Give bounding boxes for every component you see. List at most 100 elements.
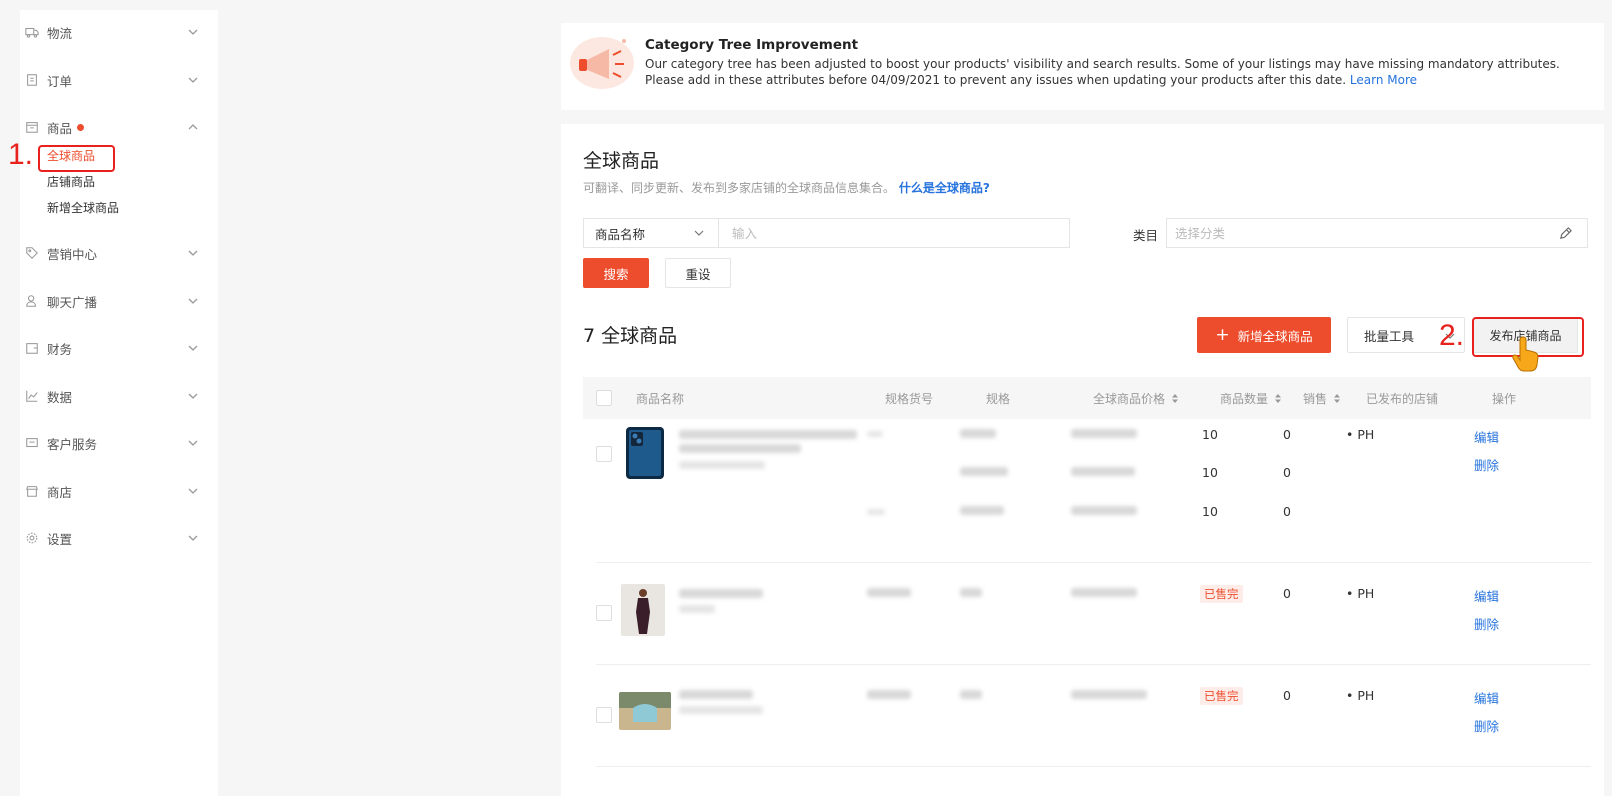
- sales-value: 0: [1283, 427, 1291, 442]
- sidebar-item-orders[interactable]: 订单: [20, 68, 218, 92]
- sidebar-item-products[interactable]: 商品: [20, 115, 218, 139]
- sidebar-subitem-shop-products[interactable]: 店铺商品: [47, 173, 95, 190]
- chevron-up-icon: [186, 120, 200, 134]
- pencil-icon[interactable]: [1558, 226, 1573, 241]
- sidebar-item-label: 聊天广播: [47, 294, 98, 310]
- annotation-step-1: 1.: [8, 138, 34, 171]
- variation-blurred: [960, 506, 1004, 515]
- sku-blurred: [867, 588, 911, 597]
- price-blurred: [1071, 588, 1137, 597]
- sidebar-item-label: 商品: [47, 120, 73, 136]
- column-header-actions: 操作: [1492, 392, 1517, 406]
- reset-button[interactable]: 重设: [665, 258, 731, 288]
- wallet-icon: [25, 341, 39, 355]
- chevron-down-icon: [186, 25, 200, 39]
- variation-blurred: [960, 588, 982, 597]
- sidebar-item-label: 设置: [47, 531, 73, 547]
- box-icon: [25, 120, 39, 134]
- row-divider: [596, 664, 1591, 665]
- product-name-blurred: [679, 589, 763, 598]
- search-input[interactable]: [718, 218, 1070, 248]
- shop-icon: [25, 484, 39, 498]
- variation-blurred: [960, 690, 982, 699]
- sidebar-item-settings[interactable]: 设置: [20, 526, 218, 550]
- published-store: • PH: [1346, 688, 1375, 703]
- edit-link[interactable]: 编辑: [1474, 427, 1499, 446]
- sidebar-subitem-add-global-product[interactable]: 新增全球商品: [47, 199, 119, 216]
- product-thumbnail-bag: [619, 692, 671, 730]
- support-icon: [25, 436, 39, 450]
- delete-link[interactable]: 删除: [1474, 455, 1499, 474]
- chevron-down-icon: [186, 341, 200, 355]
- column-header-price-label: 全球商品价格: [1093, 392, 1166, 406]
- column-header-stock[interactable]: 商品数量: [1220, 390, 1282, 407]
- chevron-down-icon: [694, 230, 704, 236]
- sort-icon: [1275, 394, 1282, 403]
- chevron-down-icon: [186, 294, 200, 308]
- product-name-blurred: [679, 690, 753, 699]
- clipboard-icon: [25, 73, 39, 87]
- category-tree-banner: Category Tree Improvement Our category t…: [561, 23, 1604, 110]
- search-button[interactable]: 搜索: [583, 258, 649, 288]
- batch-tools-label: 批量工具: [1364, 328, 1415, 344]
- sidebar-item-marketing[interactable]: 营销中心: [20, 241, 218, 265]
- chevron-down-icon: [186, 436, 200, 450]
- annotation-step-2: 2.: [1439, 319, 1465, 352]
- chevron-down-icon: [186, 484, 200, 498]
- search-field-select[interactable]: 商品名称: [583, 218, 718, 248]
- product-thumbnail-phone: [626, 427, 664, 479]
- chevron-down-icon: [186, 531, 200, 545]
- add-global-product-button[interactable]: + 新增全球商品: [1197, 317, 1331, 353]
- row-checkbox[interactable]: [596, 446, 612, 462]
- product-count-title: 7 全球商品: [583, 325, 678, 347]
- notification-dot: [77, 123, 85, 131]
- column-header-sku: 规格货号: [885, 392, 934, 406]
- gear-icon: [25, 531, 39, 545]
- sidebar-item-data[interactable]: 数据: [20, 384, 218, 408]
- edit-link[interactable]: 编辑: [1474, 586, 1499, 605]
- what-is-global-product-link[interactable]: 什么是全球商品?: [899, 181, 990, 195]
- column-header-sales[interactable]: 销售: [1303, 390, 1341, 407]
- sidebar-item-chat-broadcast[interactable]: 聊天广播: [20, 289, 218, 313]
- column-header-sales-label: 销售: [1303, 392, 1328, 406]
- sort-icon: [1172, 394, 1179, 403]
- sidebar-item-finance[interactable]: 财务: [20, 336, 218, 360]
- price-blurred: [1071, 467, 1135, 476]
- delete-link[interactable]: 删除: [1474, 614, 1499, 633]
- product-thumbnail-dress: [621, 584, 665, 636]
- column-header-price[interactable]: 全球商品价格: [1093, 390, 1179, 407]
- stock-value: 10: [1202, 504, 1218, 519]
- sales-value: 0: [1283, 586, 1291, 601]
- sales-value: 0: [1283, 465, 1291, 480]
- price-blurred: [1071, 690, 1147, 699]
- sold-out-badge: 已售完: [1200, 687, 1243, 705]
- banner-text: Our category tree has been adjusted to b…: [645, 57, 1585, 88]
- sales-value: 0: [1283, 688, 1291, 703]
- column-header-product-name: 商品名称: [636, 392, 685, 406]
- row-checkbox[interactable]: [596, 605, 612, 621]
- product-name-blurred: [679, 430, 857, 439]
- sales-value: 0: [1283, 504, 1291, 519]
- sku-blurred: [867, 431, 883, 437]
- stock-value: 10: [1202, 465, 1218, 480]
- row-checkbox[interactable]: [596, 707, 612, 723]
- sku-blurred: [867, 509, 885, 515]
- price-blurred: [1071, 506, 1137, 515]
- category-input[interactable]: [1166, 218, 1588, 248]
- sidebar-item-logistics[interactable]: 物流: [20, 20, 218, 44]
- variation-blurred: [960, 467, 1008, 476]
- learn-more-link[interactable]: Learn More: [1350, 73, 1417, 87]
- sidebar-item-label: 商店: [47, 484, 73, 500]
- sidebar-item-customer-service[interactable]: 客户服务: [20, 431, 218, 455]
- sidebar-item-shop[interactable]: 商店: [20, 479, 218, 503]
- chat-user-icon: [25, 294, 39, 308]
- sidebar-item-label: 营销中心: [47, 246, 98, 262]
- sort-icon: [1334, 394, 1341, 403]
- add-global-product-label: 新增全球商品: [1237, 328, 1313, 344]
- edit-link[interactable]: 编辑: [1474, 688, 1499, 707]
- select-all-checkbox[interactable]: [596, 390, 612, 406]
- stock-value: 10: [1202, 427, 1218, 442]
- delete-link[interactable]: 删除: [1474, 716, 1499, 735]
- sidebar-item-label: 财务: [47, 341, 73, 357]
- variation-blurred: [960, 429, 996, 438]
